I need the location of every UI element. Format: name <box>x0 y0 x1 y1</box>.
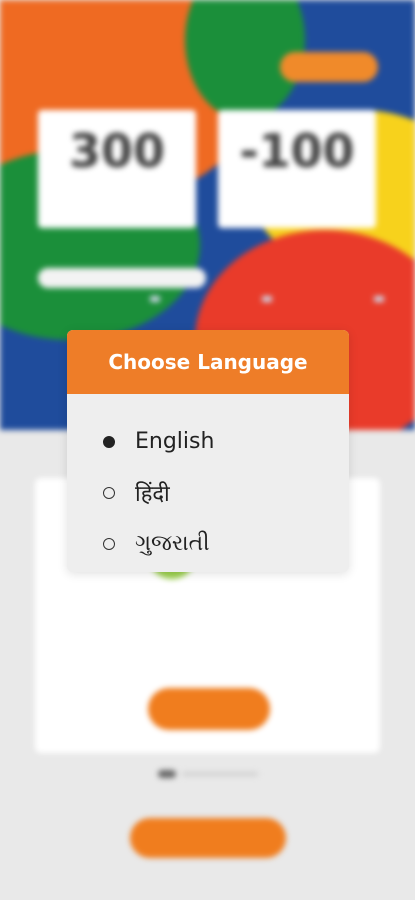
language-dialog: Choose Language English हिंदी ગુજરાતી <box>67 330 349 572</box>
language-options: English हिंदी ગુજરાતી <box>67 394 349 569</box>
radio-selected-icon[interactable] <box>103 435 115 448</box>
radio-unselected-icon[interactable] <box>103 537 115 550</box>
radio-unselected-icon[interactable] <box>103 486 115 499</box>
carousel-pager <box>158 770 258 778</box>
pager-track <box>182 772 258 776</box>
tab-indicator[interactable] <box>374 296 384 302</box>
language-option-label: ગુજરાતી <box>135 531 210 556</box>
dialog-title: Choose Language <box>67 330 349 394</box>
tab-indicator[interactable] <box>150 296 160 302</box>
item-action-button[interactable] <box>148 688 270 730</box>
pager-dot-active[interactable] <box>158 770 176 778</box>
score-card: 300 <box>38 110 196 228</box>
language-option-label: हिंदी <box>135 481 170 507</box>
tab-indicator[interactable] <box>262 296 272 302</box>
language-option-english[interactable]: English <box>67 416 349 467</box>
top-action-pill[interactable] <box>280 52 378 82</box>
score-card: -100 <box>218 110 376 228</box>
progress-bar <box>38 268 206 288</box>
language-option-label: English <box>135 429 215 454</box>
language-option-gujarati[interactable]: ગુજરાતી <box>67 518 349 569</box>
language-option-hindi[interactable]: हिंदी <box>67 467 349 518</box>
bottom-action-button[interactable] <box>130 818 286 858</box>
score-card-value: 300 <box>68 124 166 178</box>
score-card-value: -100 <box>239 124 355 178</box>
